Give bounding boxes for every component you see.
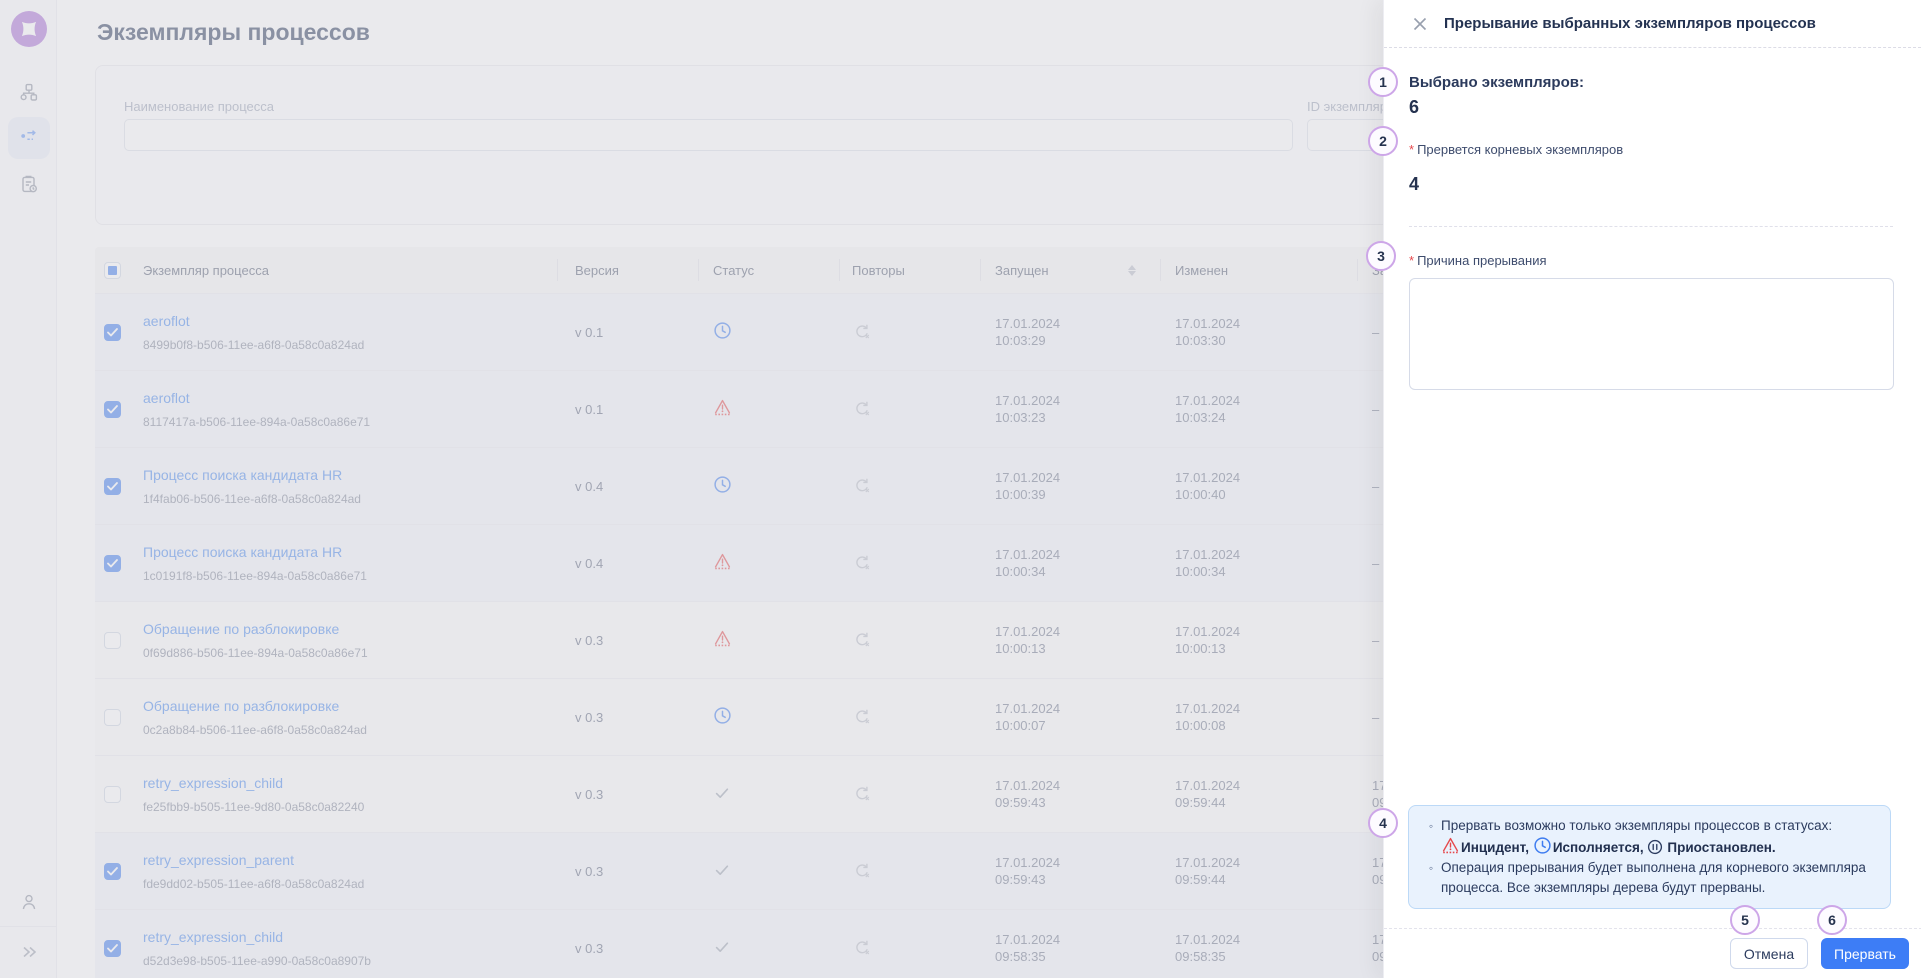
- drawer-header: Прерывание выбранных экземпляров процесс…: [1384, 0, 1921, 48]
- reason-label: *Причина прерывания: [1409, 253, 1893, 268]
- app-root: Экземпляры процессов Наименование процес…: [0, 0, 1921, 978]
- drawer-mask[interactable]: [0, 0, 1383, 978]
- step-marker-2: 2: [1368, 126, 1398, 156]
- selected-count-label: Выбрано экземпляров:: [1409, 74, 1893, 91]
- step-marker-5: 5: [1730, 905, 1760, 935]
- root-count-label: *Прервется корневых экземпляров: [1409, 142, 1893, 157]
- info-item-root: ◦ Операция прерывания будет выполнена дл…: [1421, 858, 1876, 898]
- interrupt-reason-textarea[interactable]: [1409, 278, 1894, 390]
- paused-icon: [1647, 839, 1663, 855]
- cancel-button[interactable]: Отмена: [1730, 938, 1808, 969]
- info-item-statuses: ◦ Прервать возможно только экземпляры пр…: [1421, 816, 1876, 858]
- interrupt-button[interactable]: Прервать: [1821, 938, 1909, 969]
- drawer-title: Прерывание выбранных экземпляров процесс…: [1444, 15, 1816, 32]
- root-count-value: 4: [1409, 174, 1893, 195]
- step-marker-6: 6: [1817, 905, 1847, 935]
- incident-icon: [1441, 836, 1457, 852]
- required-asterisk: *: [1409, 142, 1414, 157]
- required-asterisk: *: [1409, 253, 1414, 268]
- close-icon[interactable]: [1411, 15, 1429, 33]
- drawer-footer: Отмена Прервать: [1384, 928, 1921, 978]
- step-marker-4: 4: [1368, 808, 1398, 838]
- selected-count-value: 6: [1409, 97, 1893, 118]
- drawer-body: Выбрано экземпляров: 6 *Прервется корнев…: [1384, 74, 1921, 390]
- bullet-icon: ◦: [1421, 858, 1441, 898]
- info-callout: ◦ Прервать возможно только экземпляры пр…: [1408, 805, 1891, 909]
- running-icon: [1533, 836, 1549, 852]
- step-marker-1: 1: [1368, 67, 1398, 97]
- section-divider: [1409, 226, 1893, 227]
- bullet-icon: ◦: [1421, 816, 1441, 858]
- interrupt-drawer: Прерывание выбранных экземпляров процесс…: [1383, 0, 1921, 978]
- step-marker-3: 3: [1366, 241, 1396, 271]
